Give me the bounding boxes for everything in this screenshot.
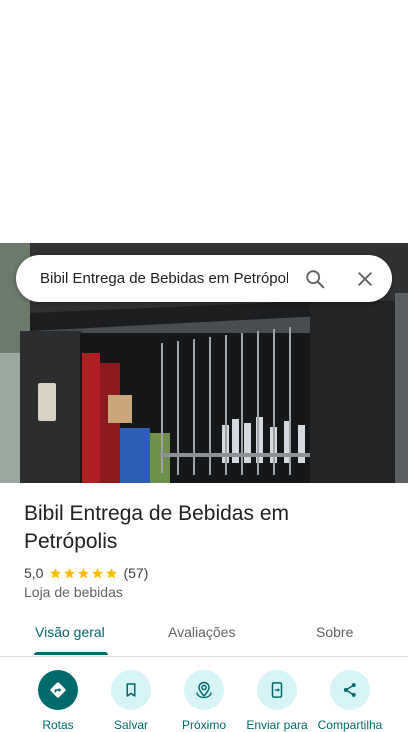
directions-button[interactable]: Rotas — [20, 670, 96, 732]
search-icon[interactable] — [300, 264, 330, 294]
place-title-line2: Petrópolis — [24, 530, 118, 553]
active-tab-indicator — [34, 652, 108, 655]
star-rating — [49, 567, 119, 580]
send-to-phone-button[interactable]: Enviar para — [239, 670, 315, 732]
bookmark-icon — [111, 670, 151, 710]
tab-about[interactable]: Sobre — [316, 624, 353, 640]
tab-reviews[interactable]: Avaliações — [168, 624, 235, 640]
directions-label: Rotas — [42, 718, 74, 732]
place-category: Loja de bebidas — [24, 584, 123, 600]
review-count: (57) — [123, 565, 149, 581]
star-icon — [92, 567, 104, 578]
map-blank-area — [0, 0, 408, 243]
send-to-phone-label: Enviar para — [246, 718, 308, 732]
nearby-label: Próximo — [181, 718, 226, 732]
star-icon — [78, 567, 90, 578]
directions-icon — [38, 670, 78, 710]
share-button[interactable]: Compartilha — [312, 670, 388, 732]
share-label: Compartilha — [317, 718, 383, 732]
star-icon — [64, 567, 76, 578]
search-bar[interactable]: Bibil Entrega de Bebidas em Petrópolis — [16, 255, 392, 302]
close-icon[interactable] — [350, 264, 380, 294]
save-button[interactable]: Salvar — [93, 670, 169, 732]
save-label: Salvar — [113, 718, 148, 732]
place-title-line1: Bibil Entrega de Bebidas em — [24, 502, 289, 525]
place-title: Bibil Entrega de Bebidas em Petrópolis — [24, 500, 384, 556]
star-icon — [50, 567, 62, 578]
nearby-button[interactable]: Próximo — [166, 670, 242, 732]
rating-value: 5,0 — [24, 565, 44, 581]
search-input[interactable]: Bibil Entrega de Bebidas em Petrópolis — [40, 269, 288, 288]
send-to-phone-icon — [257, 670, 297, 710]
action-bar: Rotas Salvar Próximo Enviar para Compart… — [0, 666, 408, 732]
tab-bar: Visão geral Avaliações Sobre — [0, 612, 408, 657]
share-icon — [330, 670, 370, 710]
nearby-icon — [184, 670, 224, 710]
rating-row[interactable]: 5,0 (57) — [24, 564, 148, 582]
star-icon — [106, 567, 118, 578]
tab-overview[interactable]: Visão geral — [35, 624, 105, 640]
